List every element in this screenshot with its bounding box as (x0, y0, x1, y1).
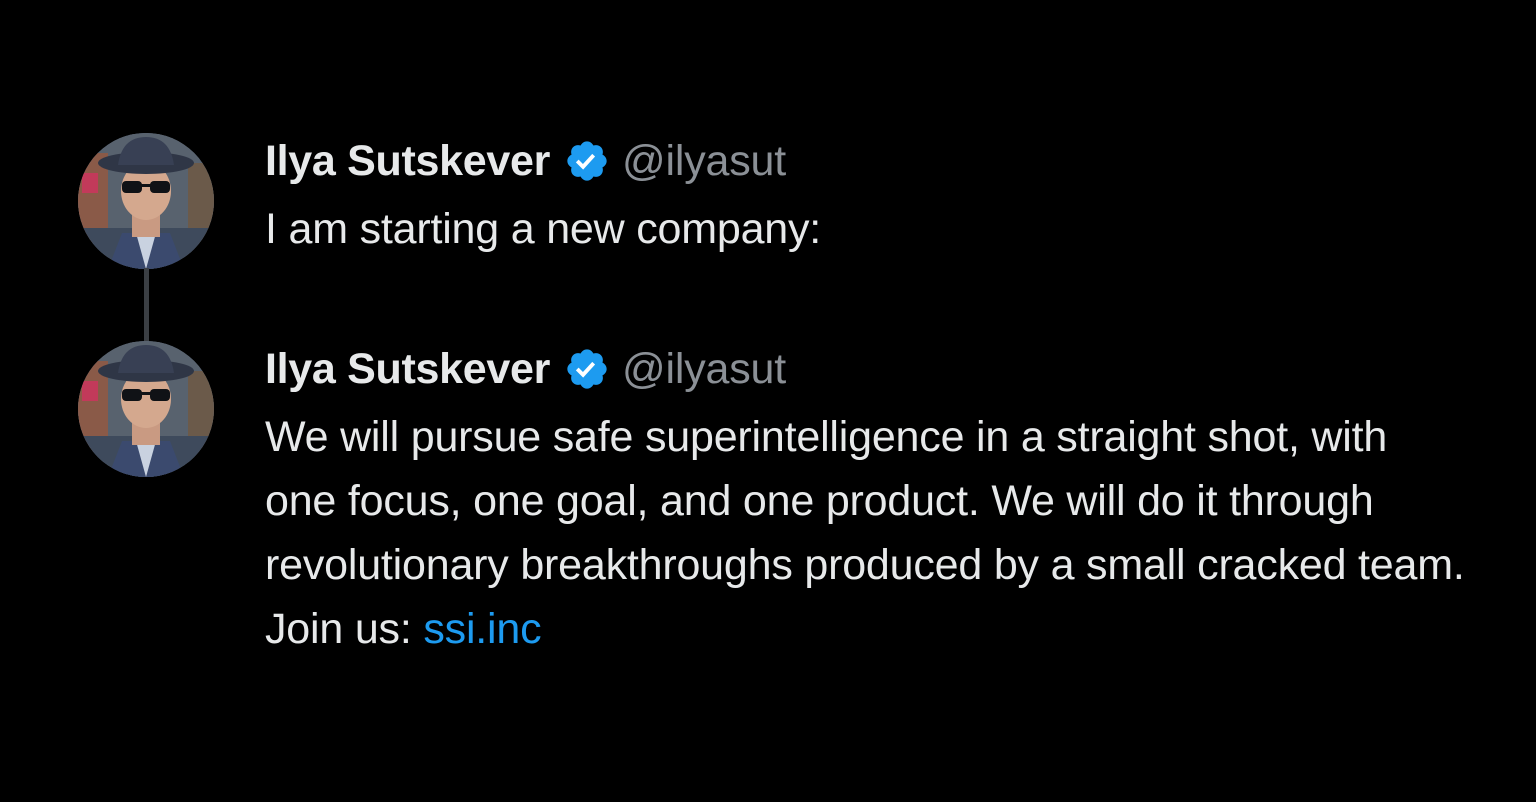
tweet-content: Ilya Sutskever @ilyasut We will pursue s… (265, 341, 1465, 661)
avatar[interactable] (78, 341, 214, 477)
handle[interactable]: @ilyasut (622, 137, 786, 186)
tweet-text: I am starting a new company: (265, 197, 1465, 261)
tweet-thread: Ilya Sutskever @ilyasut I am starting a … (0, 0, 1536, 802)
verified-badge-icon (567, 141, 607, 181)
handle[interactable]: @ilyasut (622, 345, 786, 394)
tweet-text: We will pursue safe superintelligence in… (265, 405, 1465, 661)
display-name[interactable]: Ilya Sutskever (265, 137, 550, 186)
tweet-header: Ilya Sutskever @ilyasut (265, 341, 1465, 397)
verified-badge-icon (567, 349, 607, 389)
ssi-inc-link[interactable]: ssi.inc (423, 605, 541, 653)
tweet-header: Ilya Sutskever @ilyasut (265, 133, 1465, 189)
thread-connector-line (144, 268, 149, 342)
tweet-text-body: I am starting a new company: (265, 205, 822, 253)
tweet-content: Ilya Sutskever @ilyasut I am starting a … (265, 133, 1465, 261)
avatar-image (78, 341, 214, 477)
avatar-image (78, 133, 214, 269)
avatar[interactable] (78, 133, 214, 269)
display-name[interactable]: Ilya Sutskever (265, 345, 550, 394)
